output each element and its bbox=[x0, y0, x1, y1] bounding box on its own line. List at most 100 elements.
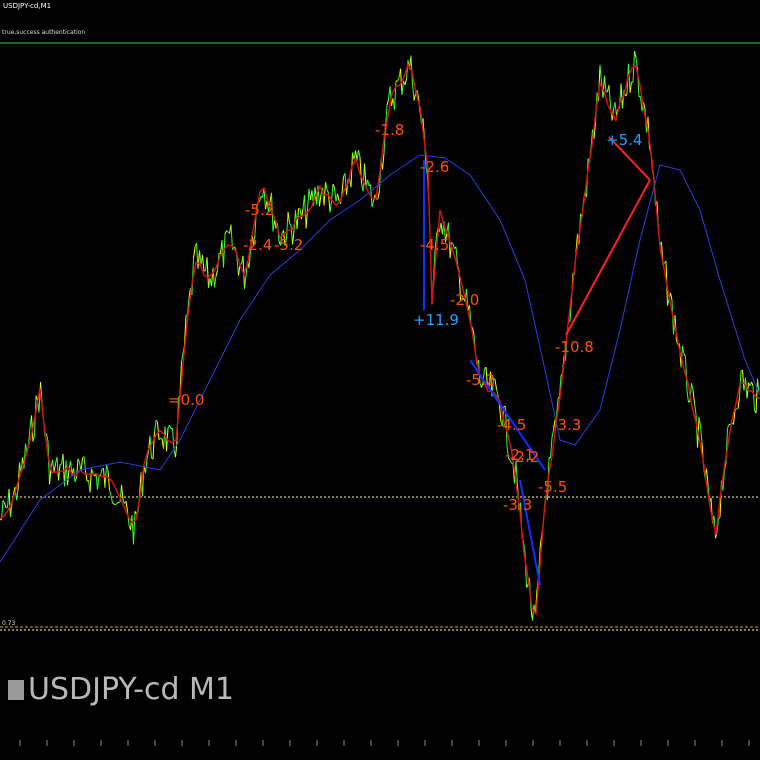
price-segment bbox=[46, 433, 49, 442]
price-segment bbox=[196, 243, 199, 269]
price-segment bbox=[109, 489, 112, 496]
price-segment bbox=[337, 193, 340, 201]
price-segment bbox=[341, 176, 344, 193]
price-segment bbox=[412, 84, 415, 101]
trade-annotation-label: -2.2 bbox=[510, 448, 539, 466]
price-segment bbox=[172, 428, 175, 451]
price-segment bbox=[329, 201, 332, 213]
price-segment bbox=[332, 183, 335, 189]
price-segment bbox=[304, 195, 307, 229]
price-segment bbox=[289, 222, 292, 226]
trade-annotation-label: +5.4 bbox=[606, 131, 642, 149]
price-segment bbox=[154, 419, 157, 433]
price-segment bbox=[359, 157, 362, 184]
price-segment bbox=[326, 189, 329, 194]
price-segment bbox=[85, 470, 88, 482]
price-segment bbox=[38, 382, 41, 413]
trade-annotation-label: -5.2 bbox=[466, 371, 495, 389]
price-segment bbox=[397, 77, 400, 82]
price-segment bbox=[215, 270, 218, 277]
price-segment bbox=[160, 437, 163, 440]
price-segment bbox=[8, 488, 11, 517]
price-segment bbox=[682, 345, 685, 355]
price-segment bbox=[152, 432, 155, 460]
price-segment bbox=[608, 84, 611, 107]
price-segment bbox=[133, 511, 136, 545]
price-segment bbox=[625, 93, 628, 97]
price-segment bbox=[52, 459, 55, 472]
trade-annotation-label: =0.0 bbox=[168, 391, 204, 409]
price-segment bbox=[718, 516, 721, 520]
price-segment bbox=[737, 397, 740, 409]
price-segment bbox=[752, 385, 755, 411]
price-segment bbox=[683, 353, 686, 357]
price-segment bbox=[394, 80, 397, 110]
trade-annotation-label: +11.9 bbox=[413, 311, 459, 329]
price-segment bbox=[604, 75, 607, 93]
price-segment bbox=[742, 370, 745, 391]
trade-annotation-label: -1.8 bbox=[375, 121, 404, 139]
watermark-text: USDJPY-cd M1 bbox=[28, 672, 235, 707]
price-segment bbox=[115, 503, 118, 506]
price-segment bbox=[376, 198, 379, 200]
price-segment bbox=[244, 275, 247, 290]
trade-annotation-label: -5.2 bbox=[245, 201, 274, 219]
slow-moving-average bbox=[0, 154, 760, 563]
price-segment bbox=[286, 211, 289, 239]
price-segment bbox=[116, 501, 119, 504]
price-segment bbox=[65, 460, 68, 486]
price-segment bbox=[301, 208, 304, 219]
price-segment bbox=[614, 102, 617, 116]
trade-annotation-label: -5.2 bbox=[274, 236, 303, 254]
price-segment bbox=[694, 403, 697, 415]
price-segment bbox=[728, 423, 731, 426]
price-segment bbox=[691, 382, 694, 391]
price-segment bbox=[214, 276, 217, 288]
price-segment bbox=[452, 243, 455, 249]
price-segment bbox=[224, 230, 227, 235]
price-segment bbox=[145, 459, 148, 474]
price-segment bbox=[358, 149, 361, 158]
price-segment bbox=[185, 314, 188, 316]
trade-annotation-label: -2.6 bbox=[420, 158, 449, 176]
price-segment bbox=[628, 63, 631, 93]
level-label: 0.73 bbox=[2, 620, 16, 627]
price-segment bbox=[727, 424, 730, 429]
price-segment bbox=[125, 501, 128, 512]
price-segment bbox=[356, 150, 359, 161]
price-segment bbox=[503, 405, 506, 408]
price-segment bbox=[532, 604, 535, 621]
price-segment bbox=[193, 247, 196, 259]
price-segment bbox=[686, 390, 689, 403]
price-segment bbox=[386, 99, 389, 106]
price-segment bbox=[692, 390, 695, 404]
fast-moving-average bbox=[0, 62, 760, 616]
price-segment bbox=[496, 388, 499, 396]
price-segment bbox=[413, 93, 416, 101]
price-segment bbox=[377, 190, 380, 199]
price-segment bbox=[319, 194, 322, 207]
price-segment bbox=[307, 188, 310, 210]
trade-annotation-label: -3.3 bbox=[503, 496, 532, 514]
price-segment bbox=[382, 153, 385, 170]
trade-annotation-label: -4.5 bbox=[497, 416, 526, 434]
price-segment bbox=[323, 181, 326, 206]
price-segment bbox=[197, 250, 200, 269]
price-segment bbox=[344, 173, 347, 195]
price-segment bbox=[206, 257, 209, 288]
price-segment bbox=[157, 421, 160, 440]
price-segment bbox=[700, 425, 703, 443]
price-segment bbox=[404, 78, 407, 85]
price-segment bbox=[751, 381, 754, 387]
trade-annotation-label: -4.5 bbox=[420, 236, 449, 254]
price-segment bbox=[74, 477, 77, 483]
price-segment bbox=[53, 463, 56, 472]
price-segment bbox=[755, 378, 758, 414]
trade-annotation-label: -5.5 bbox=[538, 478, 567, 496]
chart-window[interactable]: USDJPY-cd,M1 true,success authentication… bbox=[0, 0, 760, 760]
price-segment bbox=[599, 64, 602, 83]
trade-annotation-label: -10.8 bbox=[555, 338, 594, 356]
price-chart[interactable]: -1.8-2.6-4.5+11.9-2.0-5.2-4.5-2.1-5.5-3.… bbox=[0, 0, 760, 760]
price-segment bbox=[100, 468, 103, 476]
price-segment bbox=[629, 81, 632, 93]
